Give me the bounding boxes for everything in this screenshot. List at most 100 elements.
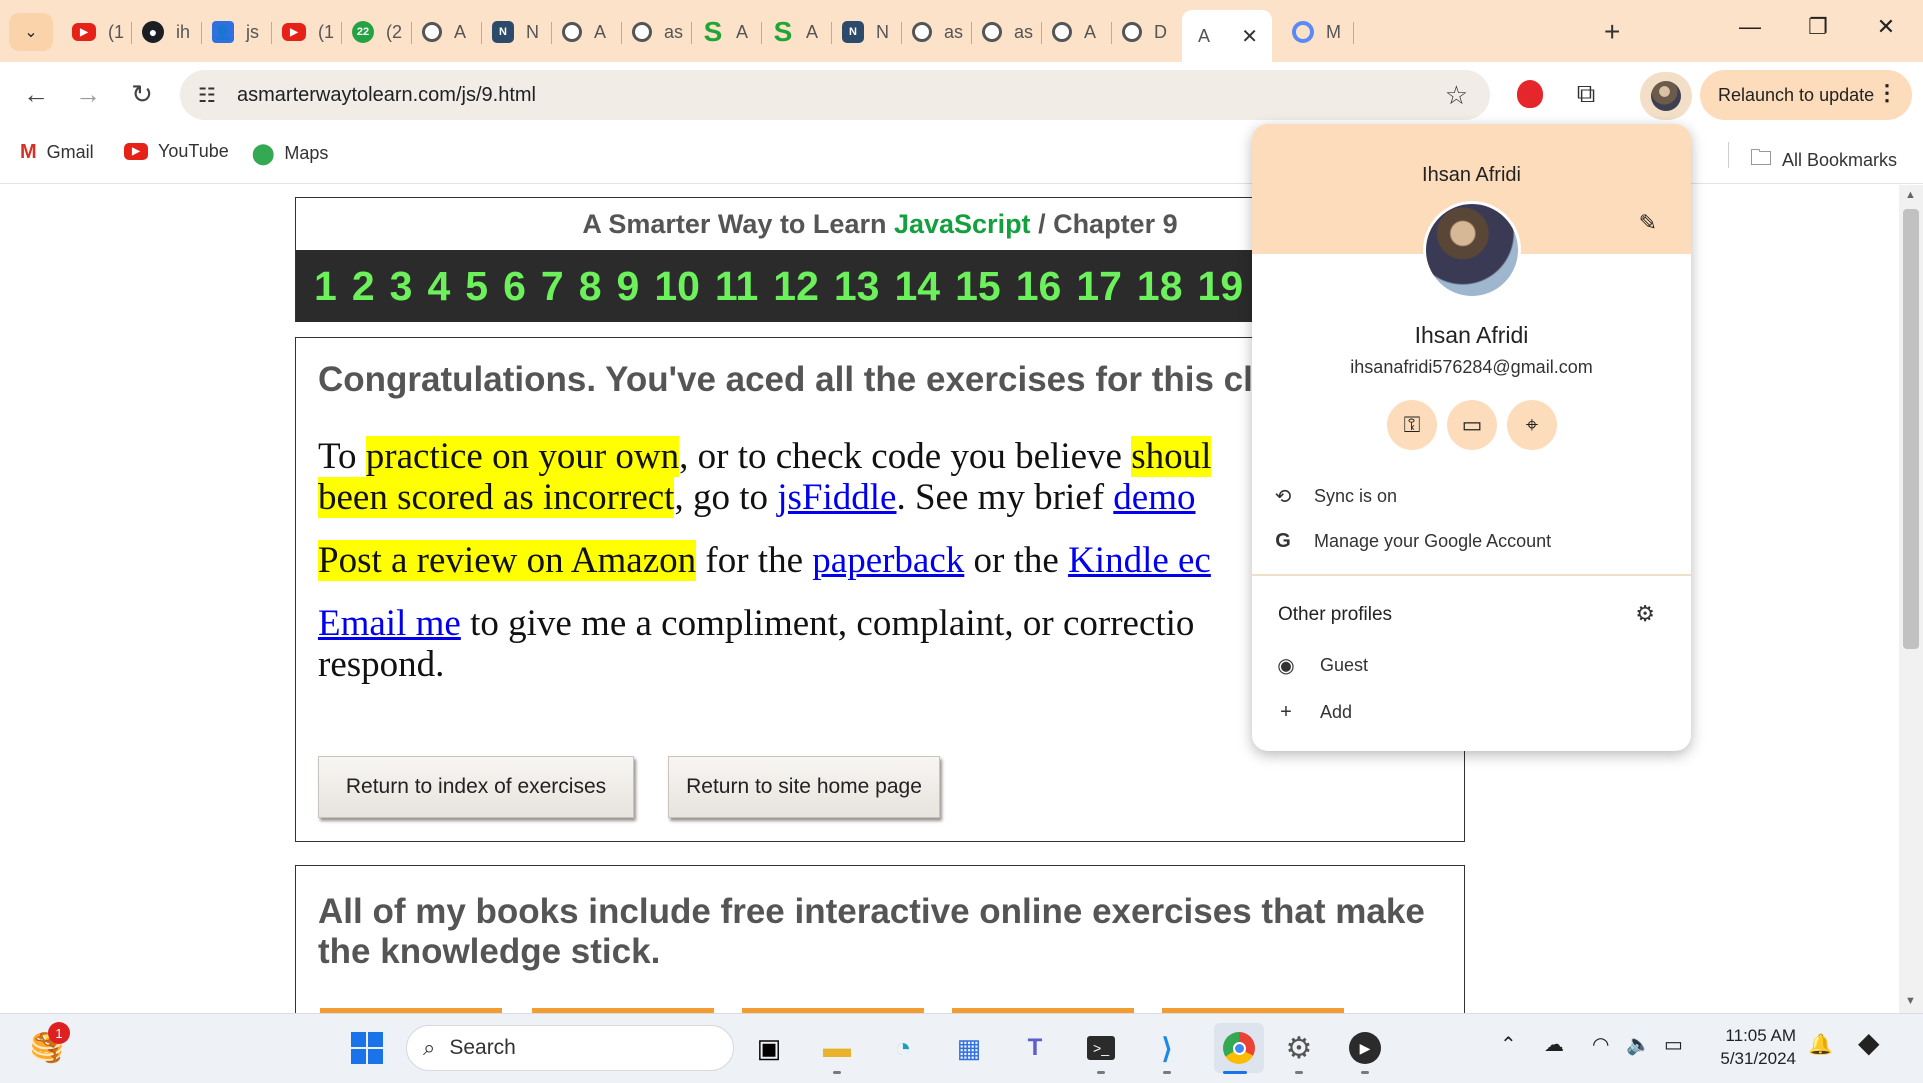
all-bookmarks-button[interactable]: 🗀 All Bookmarks (1750, 141, 1897, 179)
tab-13[interactable]: as (902, 13, 972, 51)
tab-3[interactable]: 👤 js (202, 13, 272, 51)
close-window-button[interactable]: ✕ (1866, 14, 1906, 40)
tab-14[interactable]: as (972, 13, 1042, 51)
clock[interactable]: 11:05 AM 5/31/2024 (1712, 1024, 1796, 1070)
minimize-button[interactable]: — (1730, 14, 1770, 40)
kindle-link[interactable]: Kindle ec (1068, 540, 1211, 581)
tab-5[interactable]: 22 (2 (342, 13, 412, 51)
edge-button[interactable]: ◔ (884, 1029, 922, 1067)
chapter-link[interactable]: 11 (715, 250, 758, 322)
new-tab-button[interactable]: + (1604, 16, 1620, 48)
scroll-thumb[interactable] (1903, 209, 1919, 649)
chapter-link[interactable]: 19 (1198, 250, 1244, 322)
jsfiddle-link[interactable]: jsFiddle (777, 477, 896, 518)
return-to-home-button[interactable]: Return to site home page (668, 756, 940, 818)
start-button[interactable] (348, 1029, 386, 1067)
tab-9[interactable]: as (622, 13, 692, 51)
restore-button[interactable]: ❐ (1798, 14, 1838, 40)
chapter-link[interactable]: 12 (773, 250, 819, 322)
tab-1[interactable]: ▶ (1 (62, 13, 132, 51)
terminal-button[interactable]: >_ (1082, 1029, 1120, 1067)
taskbar-search[interactable]: ⌕ Search (406, 1025, 734, 1071)
page-scrollbar[interactable]: ▲ ▼ (1899, 185, 1923, 1013)
tab-2[interactable]: ● ih (132, 13, 202, 51)
chapter-link[interactable]: 9 (617, 250, 640, 322)
plus-icon: + (1604, 16, 1621, 47)
addresses-button[interactable]: ⌖ (1507, 400, 1557, 450)
relaunch-button[interactable]: Relaunch to update ⋮ (1700, 70, 1912, 120)
chapter-link[interactable]: 2 (352, 250, 375, 322)
extension-shield-button[interactable] (1514, 78, 1546, 110)
manage-google-account-row[interactable]: G Manage your Google Account (1252, 519, 1691, 563)
add-profile-row[interactable]: + Add (1252, 690, 1691, 734)
task-view-button[interactable]: ▣ (750, 1029, 788, 1067)
battery-icon[interactable]: ▭ (1664, 1032, 1683, 1057)
chapter-link[interactable]: 8 (579, 250, 602, 322)
copilot-icon[interactable]: ◆ (1858, 1026, 1880, 1059)
url-text[interactable]: asmarterwaytolearn.com/js/9.html (237, 84, 536, 107)
extensions-button[interactable]: ⧉ (1570, 78, 1602, 110)
back-button[interactable]: ← (18, 79, 54, 110)
tab-10[interactable]: S A (692, 13, 762, 51)
chapter-link[interactable]: 4 (427, 250, 450, 322)
tab-4[interactable]: ▶ (1 (272, 13, 342, 51)
chapter-link[interactable]: 7 (541, 250, 564, 322)
chrome-button[interactable] (1214, 1023, 1264, 1073)
bookmark-maps[interactable]: ⬤ Maps (252, 141, 328, 166)
forward-button[interactable]: → (70, 79, 106, 110)
profile-button[interactable] (1640, 72, 1692, 120)
file-explorer-button[interactable]: ▬ (818, 1029, 856, 1067)
more-vert-icon[interactable]: ⋮ (1876, 80, 1898, 106)
scroll-up-icon[interactable]: ▲ (1905, 189, 1916, 201)
onedrive-icon[interactable]: ☁ (1544, 1032, 1564, 1057)
tab-18[interactable]: M (1282, 13, 1354, 51)
teams-button[interactable]: T (1016, 1029, 1054, 1067)
chapter-link[interactable]: 15 (955, 250, 1001, 322)
tab-15[interactable]: A (1042, 13, 1112, 51)
edit-pencil-icon[interactable]: ✎ (1639, 210, 1657, 236)
paperback-link[interactable]: paperback (812, 540, 964, 581)
bell-icon[interactable]: 🔔 (1808, 1032, 1833, 1057)
chapter-link[interactable]: 6 (503, 250, 526, 322)
passwords-button[interactable]: ⚿ (1387, 400, 1437, 450)
gear-icon[interactable]: ⚙ (1635, 601, 1655, 627)
reload-button[interactable]: ↻ (124, 79, 160, 110)
scroll-down-icon[interactable]: ▼ (1905, 995, 1916, 1007)
chapter-link[interactable]: 16 (1016, 250, 1062, 322)
tab-6[interactable]: A (412, 13, 482, 51)
site-info-icon[interactable]: ☷ (198, 83, 216, 108)
tab-11[interactable]: S A (762, 13, 832, 51)
vscode-button[interactable]: ⟩ (1148, 1029, 1186, 1067)
chapter-link[interactable]: 18 (1137, 250, 1183, 322)
wifi-icon[interactable]: ◠ (1592, 1032, 1609, 1057)
chapter-link[interactable]: 14 (894, 250, 940, 322)
tab-7[interactable]: N N (482, 13, 552, 51)
chapter-link[interactable]: 17 (1076, 250, 1122, 322)
demo-link[interactable]: demo (1113, 477, 1195, 518)
close-tab-icon[interactable]: ✕ (1241, 24, 1258, 49)
chapter-link[interactable]: 3 (390, 250, 413, 322)
bookmark-star-icon[interactable]: ☆ (1445, 80, 1468, 111)
bookmark-gmail[interactable]: M Gmail (20, 141, 94, 164)
tab-16[interactable]: D (1112, 13, 1182, 51)
tab-search-button[interactable]: ⌄ (9, 13, 53, 51)
sync-row[interactable]: ⟲ Sync is on (1252, 474, 1691, 518)
volume-icon[interactable]: 🔈 (1626, 1032, 1651, 1057)
tab-active[interactable]: A ✕ (1182, 10, 1272, 62)
address-bar[interactable]: ☷ asmarterwaytolearn.com/js/9.html ☆ (180, 70, 1490, 120)
tab-12[interactable]: N N (832, 13, 902, 51)
settings-button[interactable]: ⚙ (1280, 1029, 1318, 1067)
store-button[interactable]: ▦ (950, 1029, 988, 1067)
chevron-up-icon[interactable]: ⌃ (1500, 1032, 1517, 1057)
bookmark-youtube[interactable]: ▶ YouTube (124, 141, 229, 162)
email-me-link[interactable]: Email me (318, 603, 461, 644)
chapter-link[interactable]: 1 (314, 250, 337, 322)
return-to-index-button[interactable]: Return to index of exercises (318, 756, 634, 818)
chapter-link[interactable]: 13 (834, 250, 880, 322)
payment-methods-button[interactable]: ▭ (1447, 400, 1497, 450)
chapter-link[interactable]: 10 (654, 250, 700, 322)
media-player-button[interactable]: ▶ (1346, 1029, 1384, 1067)
chapter-link[interactable]: 5 (465, 250, 488, 322)
tab-8[interactable]: A (552, 13, 622, 51)
guest-profile-row[interactable]: ◉ Guest (1252, 643, 1691, 687)
